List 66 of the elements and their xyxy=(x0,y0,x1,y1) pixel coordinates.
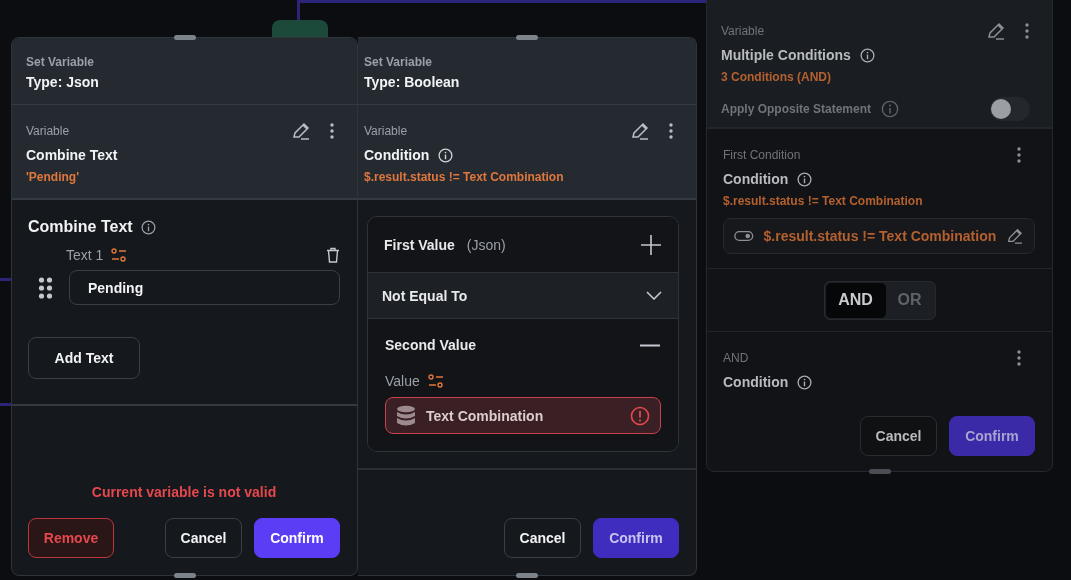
toggle-label: Apply Opposite Statement xyxy=(721,102,872,116)
variable-label: Variable xyxy=(26,124,70,138)
panel-label: Set Variable xyxy=(26,55,95,69)
variable-label: Variable xyxy=(364,124,408,138)
drag-handle[interactable] xyxy=(516,573,538,578)
condition-label: First Condition xyxy=(723,148,801,162)
toggle-switch[interactable] xyxy=(990,97,1030,121)
info-icon[interactable] xyxy=(140,219,156,235)
drag-handle[interactable] xyxy=(868,469,891,474)
panel-label: Set Variable xyxy=(364,55,433,69)
info-icon[interactable] xyxy=(797,171,813,187)
info-icon[interactable] xyxy=(797,374,813,390)
more-icon[interactable] xyxy=(329,123,335,139)
condition-chip[interactable]: $.result.status != Text Combination xyxy=(723,218,1035,254)
variable-value: 3 Conditions (AND) xyxy=(721,70,831,84)
expand-icon[interactable] xyxy=(640,233,662,256)
field-label: Value xyxy=(385,373,420,389)
more-icon[interactable] xyxy=(1016,350,1022,366)
drag-handle[interactable] xyxy=(173,35,196,40)
variable-value: 'Pending' xyxy=(26,170,80,184)
panel-title: Type: Json xyxy=(26,74,99,90)
add-text-button[interactable]: Add Text xyxy=(28,337,140,379)
error-icon xyxy=(630,405,650,426)
operator-option[interactable]: AND xyxy=(825,282,886,318)
error-message: Current variable is not valid xyxy=(91,484,277,500)
toggle-icon xyxy=(734,230,754,242)
variable-label: Variable xyxy=(721,24,765,38)
variable-name: Condition xyxy=(364,147,430,163)
drag-handle-icon[interactable] xyxy=(38,276,53,299)
text-input[interactable]: Pending xyxy=(69,270,340,305)
variable-name: Multiple Conditions xyxy=(721,47,851,63)
operator-dropdown[interactable]: Not Equal To xyxy=(368,273,678,319)
edit-icon[interactable] xyxy=(291,121,311,141)
variable-name: Combine Text xyxy=(26,147,118,163)
remove-button[interactable]: Remove xyxy=(28,518,114,558)
type-label: (Json) xyxy=(466,236,506,253)
section-title: Second Value xyxy=(385,337,477,353)
panel-title: Type: Boolean xyxy=(364,74,460,90)
edit-icon[interactable] xyxy=(1006,226,1024,246)
condition-name: Condition xyxy=(723,374,789,390)
drag-handle[interactable] xyxy=(516,35,538,40)
confirm-button[interactable]: Confirm xyxy=(254,518,340,558)
drag-handle[interactable] xyxy=(173,573,196,578)
cancel-button[interactable]: Cancel xyxy=(165,518,242,558)
sliders-icon[interactable] xyxy=(427,374,444,388)
section-title: Combine Text xyxy=(28,218,133,236)
variable-value: $.result.status != Text Combination xyxy=(364,170,564,184)
chevron-down-icon xyxy=(646,291,662,300)
collapse-icon[interactable] xyxy=(639,343,661,347)
trash-icon[interactable] xyxy=(326,247,340,263)
info-icon[interactable] xyxy=(859,47,875,63)
condition-expression: $.result.status != Text Combination xyxy=(723,194,923,208)
database-icon xyxy=(396,404,416,427)
text-label: Text 1 xyxy=(66,247,104,263)
section-title: First Value xyxy=(384,236,455,253)
edit-icon[interactable] xyxy=(986,21,1006,41)
value-field[interactable]: Text Combination xyxy=(385,397,661,434)
cancel-button[interactable]: Cancel xyxy=(860,416,937,456)
more-icon[interactable] xyxy=(1016,147,1022,163)
edit-icon[interactable] xyxy=(630,121,650,141)
more-icon[interactable] xyxy=(1024,23,1030,39)
cancel-button[interactable]: Cancel xyxy=(504,518,581,558)
condition-name: Condition xyxy=(723,171,789,187)
more-icon[interactable] xyxy=(668,123,674,139)
condition-label: AND xyxy=(723,351,749,365)
sliders-icon[interactable] xyxy=(111,248,128,262)
